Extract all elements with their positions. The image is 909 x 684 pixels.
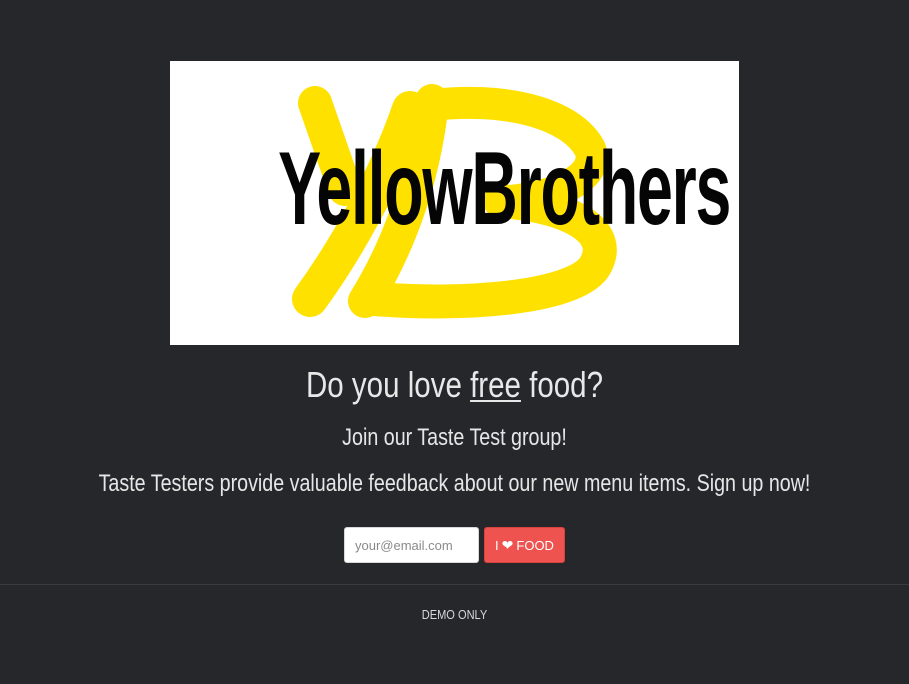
- brand-logo: YellowBrothers: [170, 61, 739, 345]
- button-suffix: FOOD: [516, 538, 554, 553]
- button-prefix: I: [495, 538, 499, 553]
- headline-text-before: Do you love: [305, 364, 471, 405]
- subheading: Join our Taste Test group!: [342, 424, 567, 451]
- signup-button[interactable]: I ❤ FOOD: [484, 527, 565, 563]
- heart-icon: ❤: [501, 537, 514, 553]
- headline-text-after: food?: [520, 364, 604, 405]
- headline-emphasis: free: [470, 364, 521, 405]
- email-input[interactable]: [344, 527, 479, 563]
- landing-page: YellowBrothers Do you love free food? Jo…: [0, 0, 909, 684]
- description: Taste Testers provide valuable feedback …: [98, 470, 811, 497]
- page-headline: Do you love free food?: [82, 362, 827, 408]
- footer-label: DEMO ONLY: [421, 607, 488, 622]
- footer-divider: [0, 584, 909, 585]
- logo-wordmark: YellowBrothers: [278, 131, 731, 247]
